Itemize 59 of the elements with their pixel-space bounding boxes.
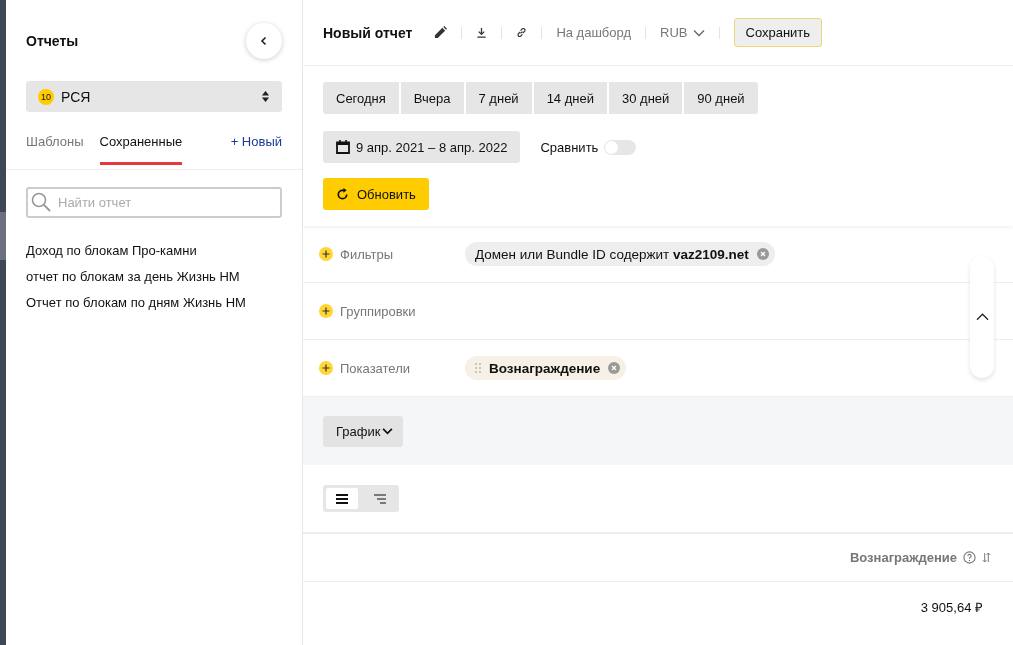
table-cell-text: 3 905,64 ₽ [920, 599, 983, 616]
report-tab[interactable]: Сохраненные [99, 134, 183, 165]
pencil-icon [434, 26, 448, 39]
help-icon [963, 551, 976, 564]
add-parameter-button[interactable]: Группировки [319, 303, 465, 319]
dashboard-button[interactable]: На дашборд [556, 25, 632, 40]
sort-arrows-icon [261, 90, 270, 103]
download-icon [476, 27, 488, 38]
chevron-down-icon [382, 427, 394, 435]
refresh-icon [336, 187, 349, 201]
report-link[interactable]: Доход по блокам Про-камни [26, 242, 282, 260]
view-button[interactable] [326, 488, 358, 509]
add-parameter-button[interactable]: Фильтры [319, 246, 465, 262]
refresh-button[interactable]: Обновить [323, 178, 429, 210]
report-link[interactable]: Отчет по блокам по дням Жизнь НМ [26, 294, 282, 312]
rename-button[interactable] [434, 26, 448, 39]
date-range-button[interactable]: 9 апр. 2021 – 8 апр. 2022 [323, 131, 521, 163]
close-icon [756, 248, 769, 260]
currency-select[interactable]: RUB [660, 25, 705, 40]
search-field[interactable]: Найти отчет [26, 187, 282, 218]
filter-chip[interactable]: Домен или Bundle ID содержит vaz2109.net [465, 242, 775, 266]
close-icon [608, 362, 621, 374]
remove-chip-button[interactable] [756, 248, 769, 260]
chart-type-button[interactable]: График [323, 415, 404, 447]
link-button[interactable] [516, 27, 528, 38]
report-link[interactable]: отчет по блокам за день Жизнь НМ [26, 268, 282, 286]
period-button[interactable]: 7 дней [465, 82, 532, 114]
plus-icon [319, 247, 333, 261]
add-parameter-button[interactable]: Показатели [319, 360, 465, 376]
period-button[interactable]: 90 дней [684, 82, 758, 114]
chevron-down-icon [692, 28, 705, 37]
plus-icon [319, 361, 333, 375]
period-button[interactable]: Сегодня [323, 82, 399, 114]
save-button[interactable]: Сохранить [733, 18, 823, 47]
chevron-left-icon [259, 35, 269, 46]
calendar-icon [336, 140, 350, 154]
remove-chip-button[interactable] [608, 362, 621, 374]
metric-chip[interactable]: Вознаграждение [465, 356, 627, 380]
period-button[interactable]: Вчера [400, 82, 464, 114]
report-tab[interactable]: Шаблоны [26, 134, 84, 165]
column-header[interactable]: Вознаграждение [849, 550, 991, 565]
chevron-up-icon [975, 313, 989, 321]
link-icon [516, 27, 528, 38]
period-button[interactable]: 30 дней [608, 82, 683, 114]
source-select[interactable]: 10 РСЯ [26, 81, 282, 112]
plus-icon [319, 304, 333, 318]
tree-list-icon [373, 492, 387, 505]
download-button[interactable] [476, 27, 488, 38]
search-icon [31, 192, 51, 212]
compare-toggle[interactable] [604, 139, 637, 155]
period-button[interactable]: 14 дней [533, 82, 607, 114]
source-badge: 10 [38, 88, 54, 105]
sort-icon [982, 552, 991, 563]
compare-label: Сравнить [540, 139, 599, 155]
sidebar-title: Отчеты [26, 32, 79, 49]
list-icon [335, 492, 349, 505]
report-title: Новый отчет [323, 24, 413, 41]
new-report-link[interactable]: + Новый [230, 134, 282, 149]
drag-handle-icon [475, 363, 481, 373]
